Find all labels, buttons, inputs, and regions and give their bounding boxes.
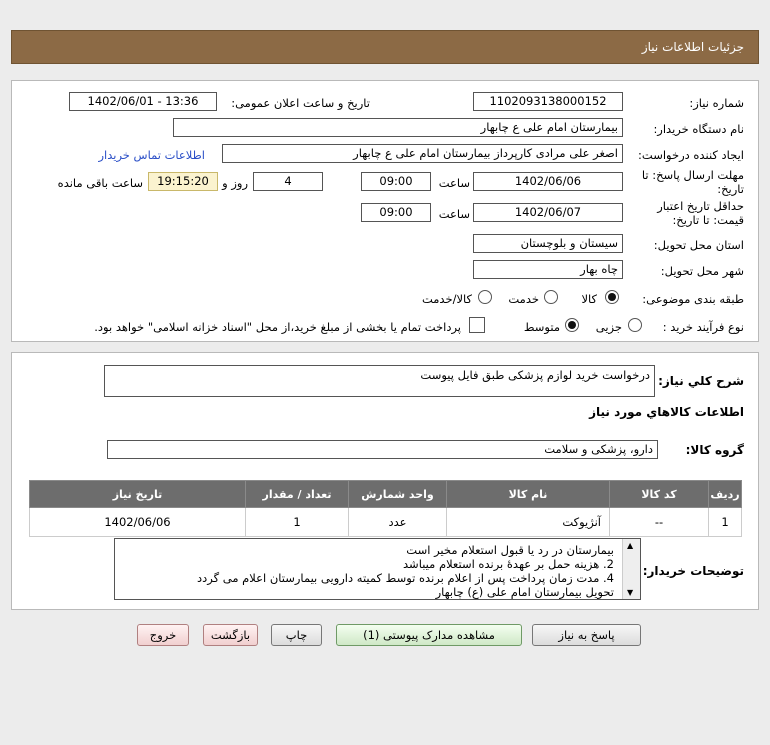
- cell-qty: 1: [245, 507, 349, 537]
- validity-time-label: ساعت: [438, 207, 470, 221]
- back-button[interactable]: بازگشت: [203, 624, 258, 646]
- page-header: جزئیات اطلاعات نیاز: [11, 30, 759, 64]
- province-label: استان محل تحویل:: [653, 238, 744, 252]
- validity-time-field: 09:00: [361, 203, 431, 222]
- remaining-time-label: ساعت باقی مانده: [57, 176, 143, 190]
- col-qty-header: تعداد / مقدار: [245, 480, 349, 508]
- remaining-time-field: 19:15:20: [148, 172, 218, 191]
- category-label: طبقه بندی موضوعی:: [642, 292, 744, 306]
- page-title: جزئیات اطلاعات نیاز: [641, 40, 744, 54]
- table-row: 1 -- آنژیوکت عدد 1 1402/06/06: [29, 507, 742, 537]
- group-field: دارو، پزشکی و سلامت: [107, 440, 658, 459]
- reply-deadline-label-2: تاریخ:: [717, 182, 744, 196]
- col-row-header: ردیف: [708, 480, 742, 508]
- items-heading: اطلاعات کالاهاي مورد نياز: [589, 405, 744, 419]
- notes-label: توضیحات خریدار:: [642, 564, 744, 578]
- category-service-radio[interactable]: [544, 290, 558, 304]
- process-label: نوع فرآیند خرید :: [662, 320, 744, 334]
- buyer-org-label: نام دستگاه خریدار:: [653, 122, 744, 136]
- items-table: ردیف کد کالا نام کالا واحد شمارش تعداد /…: [29, 480, 742, 537]
- city-label: شهر محل تحویل:: [660, 264, 744, 278]
- buyer-org-field: بیمارستان امام علی ع چابهار: [173, 118, 623, 137]
- buyer-notes-box[interactable]: بیمارستان در رد یا قبول استعلام مخیر است…: [114, 538, 641, 600]
- days-label: روز و: [222, 176, 248, 190]
- summary-label: شرح کلي نياز:: [658, 374, 744, 388]
- table-header-row: ردیف کد کالا نام کالا واحد شمارش تعداد /…: [29, 480, 742, 508]
- print-button[interactable]: چاپ: [271, 624, 322, 646]
- validity-label-2: قیمت: تا تاریخ:: [672, 213, 744, 227]
- cell-name: آنژیوکت: [446, 507, 610, 537]
- process-medium-label: متوسط: [523, 320, 560, 334]
- days-field: 4: [253, 172, 323, 191]
- cell-row: 1: [708, 507, 742, 537]
- process-minor-radio[interactable]: [628, 318, 642, 332]
- cell-date: 1402/06/06: [29, 507, 246, 537]
- requester-field: اصغر علی مرادی کارپرداز بیمارستان امام ع…: [222, 144, 623, 163]
- payment-note: پرداخت تمام یا بخشی از مبلغ خرید،از محل …: [94, 320, 461, 334]
- reply-time-label: ساعت: [438, 176, 470, 190]
- need-number-field: 1102093138000152: [473, 92, 623, 111]
- summary-field: درخواست خرید لوازم پزشکی طبق فایل پیوست: [104, 365, 655, 397]
- note-line-4: تحویل بیمارستان امام علی (ع) چابهار: [435, 585, 614, 599]
- process-minor-label: جزیی: [595, 320, 622, 334]
- reply-deadline-label-1: مهلت ارسال پاسخ: تا: [641, 168, 744, 182]
- reply-date-field: 1402/06/06: [473, 172, 623, 191]
- province-field: سیستان و بلوچستان: [473, 234, 623, 253]
- validity-label-1: حداقل تاریخ اعتبار: [657, 199, 744, 213]
- exit-button[interactable]: خروج: [137, 624, 189, 646]
- category-goods-service-label: کالا/خدمت: [421, 292, 472, 306]
- treasury-checkbox[interactable]: [469, 317, 485, 333]
- col-name-header: نام کالا: [446, 480, 610, 508]
- scroll-down-icon[interactable]: ▼: [627, 588, 633, 597]
- scroll-up-icon[interactable]: ▲: [627, 541, 633, 550]
- reply-button[interactable]: پاسخ به نیاز: [532, 624, 641, 646]
- category-goods-service-radio[interactable]: [478, 290, 492, 304]
- col-date-header: تاریخ نیاز: [29, 480, 246, 508]
- note-line-2: 2. هزینه حمل بر عهدۀ برنده استعلام میباش…: [403, 557, 614, 571]
- group-label: گروه کالا:: [685, 443, 744, 457]
- attachments-button[interactable]: مشاهده مدارک پیوستی (1): [336, 624, 522, 646]
- note-line-3: 4. مدت زمان پرداخت پس از اعلام برنده توس…: [197, 571, 614, 585]
- reply-time-field: 09:00: [361, 172, 431, 191]
- announce-label: تاریخ و ساعت اعلان عمومی:: [231, 96, 370, 110]
- notes-scrollbar[interactable]: ▲ ▼: [622, 539, 640, 599]
- buyer-contact-link[interactable]: اطلاعات تماس خریدار: [98, 148, 205, 162]
- category-goods-radio[interactable]: [605, 290, 619, 304]
- category-service-label: خدمت: [508, 292, 539, 306]
- category-goods-label: کالا: [581, 292, 597, 306]
- cell-unit: عدد: [348, 507, 447, 537]
- requester-label: ایجاد کننده درخواست:: [638, 148, 744, 162]
- col-code-header: کد کالا: [609, 480, 709, 508]
- col-unit-header: واحد شمارش: [348, 480, 447, 508]
- need-number-label: شماره نیاز:: [689, 96, 744, 110]
- validity-date-field: 1402/06/07: [473, 203, 623, 222]
- note-line-1: بیمارستان در رد یا قبول استعلام مخیر است: [406, 543, 614, 557]
- city-field: چاه بهار: [473, 260, 623, 279]
- process-medium-radio[interactable]: [565, 318, 579, 332]
- cell-code: --: [609, 507, 709, 537]
- announce-field: 1402/06/01 - 13:36: [69, 92, 217, 111]
